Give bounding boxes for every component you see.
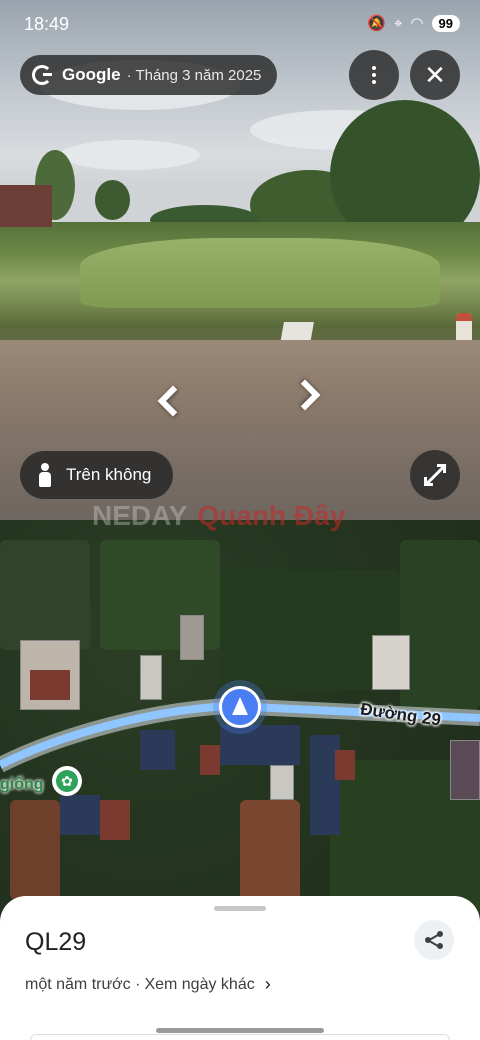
place-label[interactable]: giống xyxy=(0,776,44,794)
imagery-date: · Tháng 3 năm 2025 xyxy=(126,66,262,84)
expand-icon xyxy=(424,464,447,486)
chevron-right-icon[interactable]: › xyxy=(265,974,271,995)
location-icon: ⌖ xyxy=(393,14,403,32)
fullscreen-button[interactable] xyxy=(410,450,460,500)
navigation-arrow-icon[interactable] xyxy=(219,686,261,728)
place-pin-icon[interactable] xyxy=(52,766,82,796)
share-button[interactable] xyxy=(414,920,454,960)
roof xyxy=(200,745,220,775)
see-other-dates-link[interactable]: Xem ngày khác xyxy=(144,976,254,994)
watermark-right: Quanh Đây xyxy=(197,500,346,531)
building xyxy=(0,185,52,227)
person-icon xyxy=(38,463,52,487)
solar-roof xyxy=(140,730,175,770)
grass-patch xyxy=(80,238,440,308)
sheet-drag-handle[interactable] xyxy=(214,906,266,911)
close-icon: ✕ xyxy=(424,59,446,90)
tree xyxy=(95,180,130,220)
solar-roof xyxy=(60,795,100,835)
roof xyxy=(335,750,355,780)
brand-label: Google xyxy=(62,65,121,84)
wifi-icon: ◠ xyxy=(410,15,424,32)
battery-indicator: 99 xyxy=(431,14,460,32)
home-indicator xyxy=(156,1028,324,1033)
house xyxy=(450,740,480,800)
status-bar: 18:49 🔕 ⌖ ◠ 99 xyxy=(0,0,480,48)
watermark-left: NEDAY xyxy=(92,500,188,531)
google-g-icon xyxy=(32,65,52,85)
mute-icon: 🔕 xyxy=(367,15,386,32)
imagery-age: một năm trước · xyxy=(25,975,141,993)
bottom-sheet: QL29 một năm trước · Xem ngày khác › xyxy=(0,896,480,1040)
more-options-button[interactable] xyxy=(349,50,399,100)
solar-roof xyxy=(220,725,300,765)
aerial-view-label: Trên không xyxy=(66,465,152,484)
place-title: QL29 xyxy=(25,928,87,956)
close-button[interactable]: ✕ xyxy=(410,50,460,100)
imagery-info-line: một năm trước · Xem ngày khác › xyxy=(25,974,271,995)
aerial-view-button[interactable]: Trên không xyxy=(20,451,174,499)
watermark: NEDAY Quanh Đây xyxy=(92,500,345,532)
more-vert-icon xyxy=(372,66,376,84)
status-time: 18:49 xyxy=(24,14,70,34)
imagery-date-pill: Google · Tháng 3 năm 2025 xyxy=(20,55,278,95)
cloud xyxy=(60,140,200,170)
status-icons: 🔕 ⌖ ◠ 99 xyxy=(367,14,460,32)
house xyxy=(270,765,294,800)
share-icon xyxy=(425,931,443,949)
roof xyxy=(100,800,130,840)
next-card-edge xyxy=(30,1034,450,1040)
